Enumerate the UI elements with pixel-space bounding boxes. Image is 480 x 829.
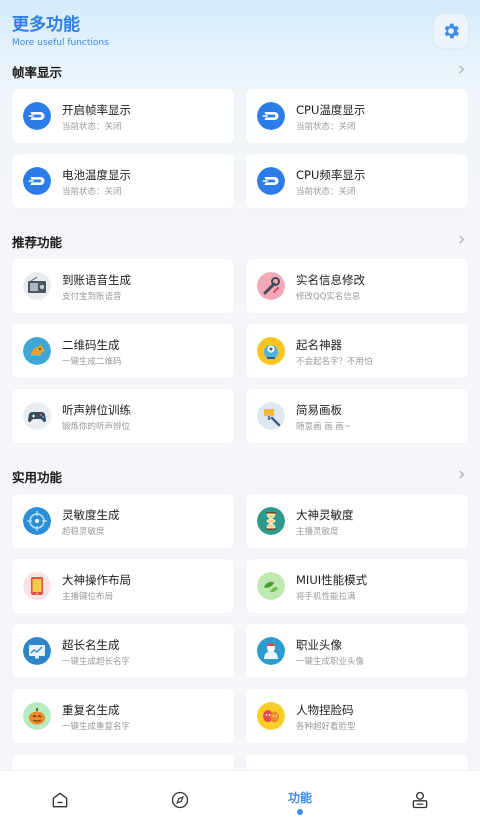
leaf-icon [257, 572, 285, 600]
bottom-tab-bar: 功能 [0, 770, 480, 829]
page-header: 更多功能 More useful functions [12, 14, 109, 48]
dashboard-icon [257, 102, 285, 130]
radio-icon [23, 272, 51, 300]
battery-temp-card[interactable]: 电池温度显示 当前状态：关闭 [12, 154, 234, 208]
card-name: 二维码生成 [62, 338, 120, 352]
pro-avatar-card[interactable]: 职业头像 一键生成职业头像 [246, 624, 468, 678]
gear-icon [444, 23, 459, 39]
page-subtitle: More useful functions [12, 38, 109, 48]
chevron-right-icon[interactable] [457, 235, 466, 244]
section-title-practical: 实用功能 [12, 470, 63, 485]
pro-sensitivity-card[interactable]: 大神灵敏度 主播灵敏度 [246, 494, 468, 548]
card-desc: 一键生成超长名字 [62, 657, 131, 667]
naming-tool-card[interactable]: 起名神器 不会起名字？不用怕 [246, 324, 468, 378]
card-name: 简易画板 [296, 403, 342, 417]
card-desc: 不会起名字？不用怕 [296, 357, 373, 367]
gamepad-icon [23, 402, 51, 430]
pumpkin-icon [23, 702, 51, 730]
settings-button[interactable] [434, 14, 468, 48]
card-desc: 当前状态：关闭 [62, 187, 122, 197]
tablet-icon [23, 572, 51, 600]
card-desc: 一键生成二维码 [62, 357, 122, 367]
wrench-icon [257, 272, 285, 300]
fps-card[interactable]: 开启帧率显示 当前状态：关闭 [12, 89, 234, 143]
cpu-freq-card[interactable]: CPU频率显示 当前状态：关闭 [246, 154, 468, 208]
card-name: CPU频率显示 [296, 168, 366, 182]
card-name: 人物捏脸码 [296, 703, 354, 717]
card-desc: 当前状态：关闭 [296, 187, 356, 197]
card-desc: 各种超好看脸型 [296, 722, 356, 732]
card-name: 听声辨位训练 [62, 403, 131, 417]
card-name: 重复名生成 [62, 703, 120, 717]
cpu-temp-card[interactable]: CPU温度显示 当前状态：关闭 [246, 89, 468, 143]
card-name: 到账语音生成 [62, 273, 131, 287]
tab-discover[interactable] [120, 771, 240, 829]
user-icon [412, 791, 428, 809]
section-title-recommend: 推荐功能 [12, 235, 63, 250]
avatar-icon [257, 637, 285, 665]
card-name: 超长名生成 [62, 638, 120, 652]
chevron-right-icon[interactable] [457, 65, 466, 74]
card-name: 职业头像 [296, 638, 342, 652]
dashboard-icon [23, 167, 51, 195]
tab-profile[interactable] [360, 771, 480, 829]
tab-features[interactable]: 功能 [240, 771, 360, 829]
card-name: 大神灵敏度 [296, 508, 354, 522]
tab-features-label: 功能 [287, 790, 312, 805]
voice-gen-card[interactable]: 到账语音生成 支付宝到账语音 [12, 259, 234, 313]
page-title: 更多功能 [12, 15, 80, 35]
card-desc: 锻炼你的听声辨位 [62, 422, 131, 432]
paint-icon [257, 402, 285, 430]
qrcode-gen-card[interactable]: 二维码生成 一键生成二维码 [12, 324, 234, 378]
card-desc: 超稳灵敏度 [62, 527, 105, 537]
card-desc: 支付宝到账语音 [62, 292, 122, 302]
duplicate-name-card[interactable]: 重复名生成 一键生成重复名字 [12, 689, 234, 743]
card-name: 大神操作布局 [62, 573, 131, 587]
card-name: 开启帧率显示 [62, 103, 131, 117]
card-name: 电池温度显示 [62, 168, 131, 182]
masks-icon [257, 702, 285, 730]
monitor-icon [23, 637, 51, 665]
card-desc: 主播灵敏度 [296, 527, 339, 537]
dog-icon [23, 337, 51, 365]
brain-icon [257, 337, 285, 365]
card-desc: 一键生成职业头像 [296, 657, 365, 667]
tab-home[interactable] [0, 771, 120, 829]
compass-icon [171, 791, 189, 809]
long-name-card[interactable]: 超长名生成 一键生成超长名字 [12, 624, 234, 678]
card-desc: 将手机性能拉满 [296, 592, 356, 602]
card-desc: 当前状态：关闭 [296, 122, 356, 132]
card-name: 灵敏度生成 [62, 508, 120, 522]
card-desc: 当前状态：关闭 [62, 122, 122, 132]
sound-training-card[interactable]: 听声辨位训练 锻炼你的听声辨位 [12, 389, 234, 443]
home-icon [52, 792, 68, 808]
realname-edit-card[interactable]: 实名信息修改 修改QQ实名信息 [246, 259, 468, 313]
miui-performance-card[interactable]: MIUI性能模式 将手机性能拉满 [246, 559, 468, 613]
card-name: 起名神器 [296, 338, 342, 352]
card-desc: 修改QQ实名信息 [296, 292, 361, 302]
card-name: 实名信息修改 [296, 273, 365, 287]
drawing-board-card[interactable]: 简易画板 随意画 画 画~ [246, 389, 468, 443]
card-desc: 主播键位布局 [62, 592, 114, 602]
sensitivity-gen-card[interactable]: 灵敏度生成 超稳灵敏度 [12, 494, 234, 548]
dashboard-icon [23, 102, 51, 130]
active-indicator [297, 809, 303, 815]
section-title-fps: 帧率显示 [12, 65, 63, 80]
pro-layout-card[interactable]: 大神操作布局 主播键位布局 [12, 559, 234, 613]
card-name: MIUI性能模式 [296, 573, 368, 587]
dashboard-icon [257, 167, 285, 195]
hourglass-icon [257, 507, 285, 535]
target-icon [23, 507, 51, 535]
card-name: CPU温度显示 [296, 103, 366, 117]
card-desc: 随意画 画 画~ [296, 422, 352, 432]
chevron-right-icon[interactable] [457, 470, 466, 479]
face-code-card[interactable]: 人物捏脸码 各种超好看脸型 [246, 689, 468, 743]
card-desc: 一键生成重复名字 [62, 722, 131, 732]
